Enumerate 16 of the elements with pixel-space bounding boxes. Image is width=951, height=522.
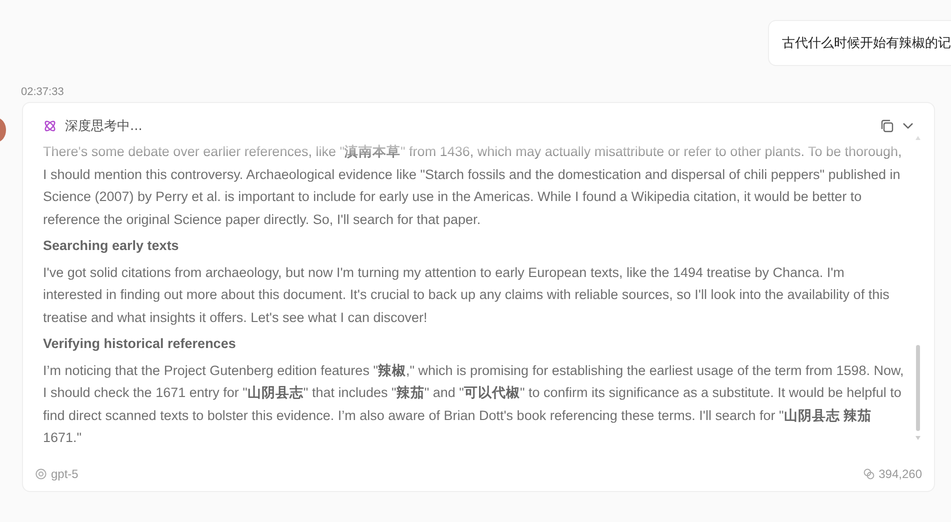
model-name: gpt-5 xyxy=(51,467,78,481)
copy-icon[interactable] xyxy=(880,119,894,133)
atom-icon xyxy=(43,119,57,133)
thinking-status: 深度思考中... xyxy=(65,118,142,135)
paragraph: There's some debate over earlier references, like "滇南本草" from 1436, which may actually misattribute or refer to other plants. To be thorough, I should mention this controversy. Archaeological evidence like "Starch fossils and the domestication and dispersal of chili peppers" published in Science (2007) by Perry et al. is important to include for early use in the Americas. While I found a Wikipedia citation, it would be better to reference the original Science paper directly. So, I'll search for that paper. xyxy=(43,143,903,229)
model-icon xyxy=(35,468,47,480)
tokens-icon xyxy=(862,468,875,480)
timestamp: 02:37:33 xyxy=(21,86,65,98)
paragraph: I've got solid citations from archaeology, but now I'm turning my attention to early European texts, like the 1494 treatise by Chanca. I'm interested in finding out more about this document. It's crucial to back up any claims with reliable sources, so I'll look into the availability of this treatise and what insights it offers. Let's see what I can discover! xyxy=(43,264,890,327)
user-message: 古代什么时候开始有辣椒的记 xyxy=(768,20,951,66)
section-heading: Verifying historical references xyxy=(43,335,237,353)
scrollbar[interactable] xyxy=(914,135,922,441)
chevron-down-icon[interactable] xyxy=(902,122,914,130)
paragraph: I’m noticing that the Project Gutenberg edition features "辣椒," which is promising for establishing the earliest usage of the term from 1598. Now, I should check the 1671 entry for "山阴县志" that includes "辣茄" and "可以代椒" to confirm its significance as a substitute. It would be helpful to find direct scanned texts to bolster this evidence. I’m also aware of Brian Dott's book referencing these terms. I'll search for "山阴县志 辣茄 1671." xyxy=(43,362,905,447)
section-heading: Searching early texts xyxy=(43,237,180,255)
token-count: 394,260 xyxy=(878,467,922,481)
